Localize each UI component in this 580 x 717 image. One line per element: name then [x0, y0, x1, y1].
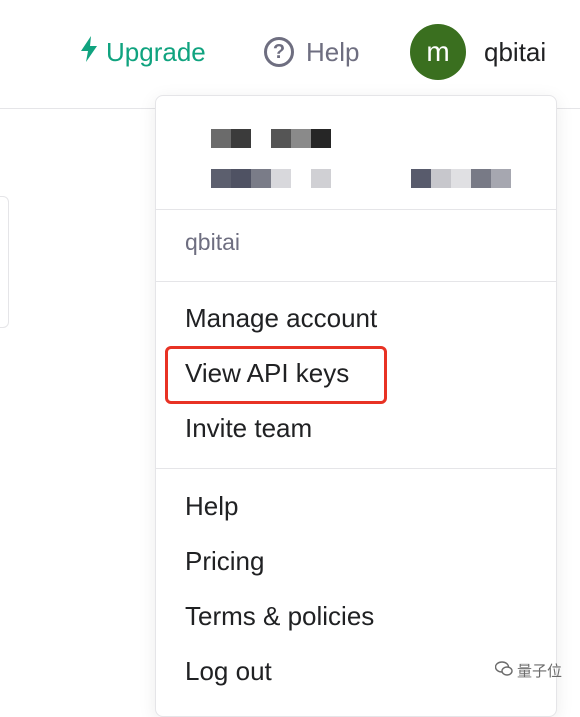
avatar: m — [410, 24, 466, 80]
top-bar: Upgrade ? Help m qbitai — [0, 0, 580, 109]
upgrade-button[interactable]: Upgrade — [80, 34, 206, 70]
menu-divider — [156, 281, 556, 282]
help-button[interactable]: ? Help — [264, 34, 359, 70]
lightning-icon — [80, 35, 98, 69]
user-menu-button[interactable]: m qbitai — [410, 24, 546, 80]
watermark: 量子位 — [494, 660, 563, 681]
background-card — [0, 196, 9, 328]
menu-divider — [156, 209, 556, 210]
terms-policies-item[interactable]: Terms & policies — [185, 601, 374, 632]
log-out-item[interactable]: Log out — [185, 656, 272, 687]
pricing-item[interactable]: Pricing — [185, 546, 264, 577]
username: qbitai — [484, 36, 547, 67]
question-icon: ? — [264, 37, 294, 67]
invite-team-item[interactable]: Invite team — [185, 413, 312, 444]
help-label: Help — [306, 36, 360, 67]
account-name: qbitai — [185, 229, 240, 255]
menu-divider — [156, 468, 556, 469]
wechat-icon — [494, 660, 513, 681]
help-item[interactable]: Help — [185, 491, 238, 522]
view-api-keys-item[interactable]: View API keys — [185, 358, 349, 389]
manage-account-item[interactable]: Manage account — [185, 303, 377, 334]
watermark-text: 量子位 — [517, 663, 563, 680]
account-dropdown-menu: qbitai Manage account View API keys Invi… — [155, 95, 557, 717]
upgrade-label: Upgrade — [106, 36, 206, 67]
